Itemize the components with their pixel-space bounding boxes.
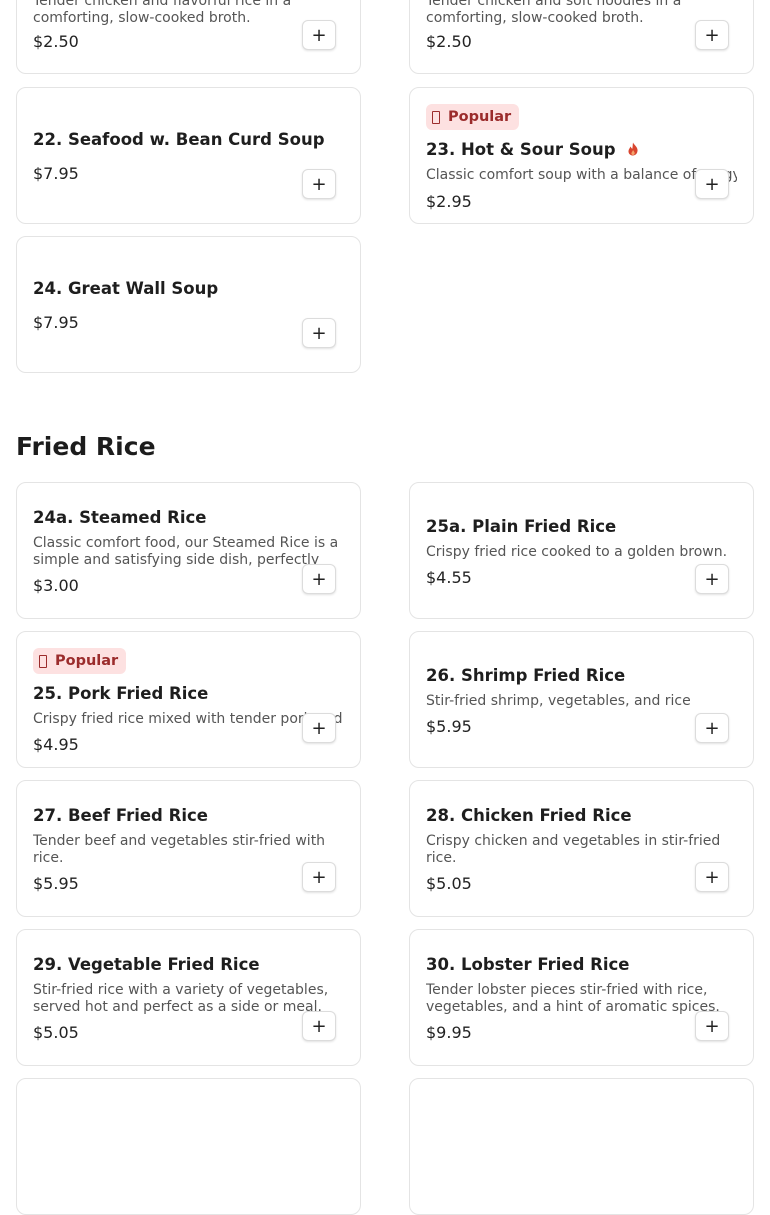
item-description: Tender beef and vegetables stir-fried wi…: [33, 833, 326, 866]
item-price: $5.95: [426, 717, 472, 736]
item-name: 25. Pork Fried Rice: [33, 684, 209, 703]
menu-item-card[interactable]: Popular 23. Hot & Sour Soup Classic comf…: [409, 87, 754, 224]
item-price: $5.05: [33, 1023, 79, 1042]
popular-badge: Popular: [33, 648, 127, 674]
add-to-cart-button[interactable]: +: [695, 862, 729, 892]
menu-item-card[interactable]: 26. Shrimp Fried Rice Stir-fried shrimp,…: [409, 631, 754, 768]
menu-item-card[interactable]: 24a. Steamed Rice Classic comfort food, …: [16, 482, 361, 619]
item-price: $7.95: [33, 313, 79, 332]
menu-item-card[interactable]: 30. Lobster Fried Rice Tender lobster pi…: [409, 929, 754, 1066]
item-price: $4.55: [426, 568, 472, 587]
item-name: 29. Vegetable Fried Rice: [33, 955, 260, 974]
add-to-cart-button[interactable]: +: [695, 169, 729, 199]
menu-item-card[interactable]: Popular 25. Pork Fried Rice Crispy fried…: [16, 631, 361, 768]
item-description: Stir-fried rice with a variety of vegeta…: [33, 982, 329, 1015]
item-price: $4.95: [33, 735, 79, 754]
add-to-cart-button[interactable]: +: [302, 564, 336, 594]
add-to-cart-button[interactable]: +: [302, 1011, 336, 1041]
item-name: 28. Chicken Fried Rice: [426, 806, 632, 825]
menu-item-card[interactable]: [409, 1078, 754, 1215]
menu-item-card[interactable]: 28. Chicken Fried Rice Crispy chicken an…: [409, 780, 754, 917]
item-description: Crispy fried rice mixed with tender pork…: [33, 711, 344, 727]
add-to-cart-button[interactable]: +: [302, 20, 336, 50]
menu-item-card[interactable]: [16, 1078, 361, 1215]
item-description: Tender chicken and flavorful rice in a c…: [33, 0, 292, 26]
item-price: $3.00: [33, 576, 79, 595]
item-description: Stir-fried shrimp, vegetables, and rice: [426, 693, 691, 709]
section-title: Fried Rice: [16, 432, 156, 461]
item-name: 26. Shrimp Fried Rice: [426, 666, 626, 685]
item-name: 23. Hot & Sour Soup: [426, 140, 639, 159]
add-to-cart-button[interactable]: +: [302, 713, 336, 743]
menu-item-card[interactable]: Tender chicken and soft noodles in a com…: [409, 0, 754, 74]
menu-item-card[interactable]: 27. Beef Fried Rice Tender beef and vege…: [16, 780, 361, 917]
item-price: $7.95: [33, 164, 79, 183]
add-to-cart-button[interactable]: +: [695, 713, 729, 743]
item-description: Tender lobster pieces stir-fried with ri…: [426, 982, 720, 1015]
spicy-icon: [628, 142, 638, 156]
item-name: 25a. Plain Fried Rice: [426, 517, 617, 536]
add-to-cart-button[interactable]: +: [695, 1011, 729, 1041]
item-description: Crispy chicken and vegetables in stir-fr…: [426, 833, 721, 866]
add-to-cart-button[interactable]: +: [695, 564, 729, 594]
add-to-cart-button[interactable]: +: [302, 318, 336, 348]
add-to-cart-button[interactable]: +: [302, 862, 336, 892]
item-price: $2.50: [33, 32, 79, 51]
item-price: $5.05: [426, 874, 472, 893]
item-name: 30. Lobster Fried Rice: [426, 955, 630, 974]
popular-icon: [432, 110, 440, 124]
add-to-cart-button[interactable]: +: [302, 169, 336, 199]
item-name: 27. Beef Fried Rice: [33, 806, 208, 825]
menu-item-card[interactable]: 25a. Plain Fried Rice Crispy fried rice …: [409, 482, 754, 619]
item-name: 24. Great Wall Soup: [33, 279, 219, 298]
item-description: Crispy fried rice cooked to a golden bro…: [426, 544, 728, 560]
menu-item-card[interactable]: Tender chicken and flavorful rice in a c…: [16, 0, 361, 74]
popular-badge-label: Popular: [448, 109, 512, 125]
menu-item-card[interactable]: 29. Vegetable Fried Rice Stir-fried rice…: [16, 929, 361, 1066]
popular-badge-label: Popular: [55, 653, 119, 669]
item-price: $5.95: [33, 874, 79, 893]
item-price: $2.50: [426, 32, 472, 51]
item-price: $9.95: [426, 1023, 472, 1042]
add-to-cart-button[interactable]: +: [695, 20, 729, 50]
item-description: Classic comfort soup with a balance of t…: [426, 167, 737, 183]
menu-item-card[interactable]: 22. Seafood w. Bean Curd Soup $7.95 +: [16, 87, 361, 224]
item-name: 22. Seafood w. Bean Curd Soup: [33, 130, 325, 149]
item-price: $2.95: [426, 192, 472, 211]
item-name-text: 23. Hot & Sour Soup: [426, 140, 616, 159]
menu-item-card[interactable]: 24. Great Wall Soup $7.95 +: [16, 236, 361, 373]
item-description: Tender chicken and soft noodles in a com…: [426, 0, 682, 26]
popular-icon: [39, 654, 47, 668]
item-name: 24a. Steamed Rice: [33, 508, 207, 527]
popular-badge: Popular: [426, 104, 520, 130]
item-description: Classic comfort food, our Steamed Rice i…: [33, 535, 339, 568]
